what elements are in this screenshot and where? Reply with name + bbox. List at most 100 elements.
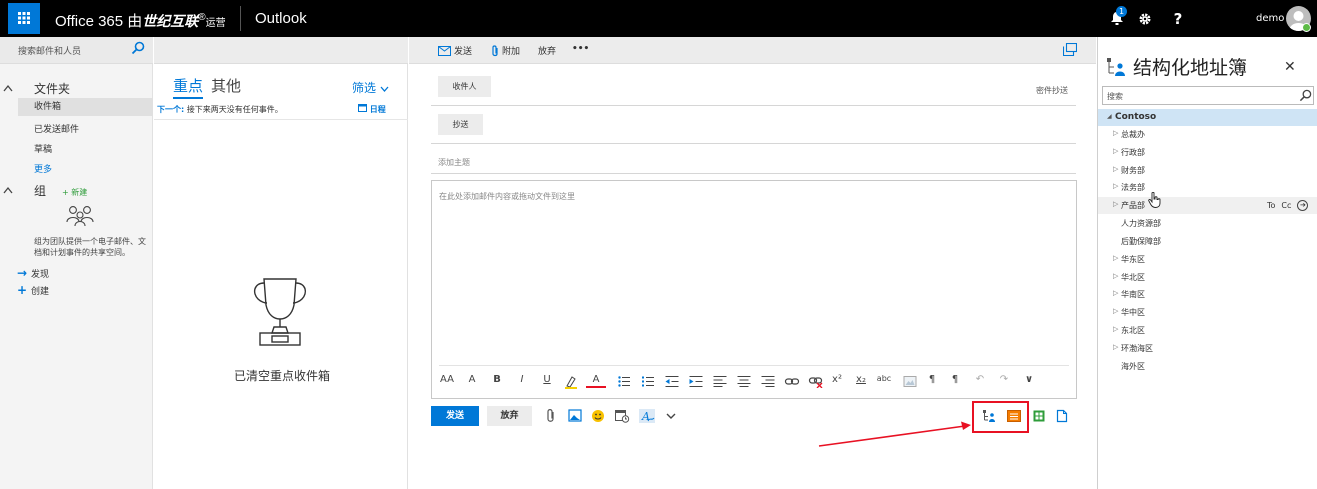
tree-item[interactable]: ▷ 华南区 [1098, 286, 1317, 303]
bold-icon[interactable]: B [487, 374, 507, 385]
new-group-link[interactable]: + 新建 [62, 187, 87, 198]
unlink-icon[interactable] [806, 376, 826, 388]
italic-icon[interactable]: I [512, 374, 532, 385]
align-left-icon[interactable] [710, 376, 730, 387]
address-book-search[interactable]: 搜索 [1102, 86, 1314, 105]
font-color-icon[interactable]: A [586, 374, 606, 388]
expand-icon[interactable]: ▷ [1113, 325, 1118, 333]
app-name[interactable]: Outlook [255, 10, 307, 27]
close-icon[interactable]: ✕ [1284, 59, 1296, 75]
user-name[interactable]: demo [1256, 13, 1284, 24]
expand-icon[interactable]: ▷ [1113, 307, 1118, 315]
increase-indent-icon[interactable] [686, 376, 706, 387]
search-box[interactable]: 搜索邮件和人员 [0, 37, 153, 64]
font-size-icon[interactable]: AA [437, 374, 457, 385]
folder-drafts[interactable]: 草稿 [34, 142, 52, 155]
grow-font-icon[interactable]: A [462, 374, 482, 385]
strikethrough-icon[interactable]: abc [874, 374, 894, 383]
send-command[interactable]: 发送 [438, 44, 472, 57]
link-icon[interactable] [782, 376, 802, 387]
folders-heading[interactable]: 文件夹 [3, 80, 70, 97]
paperclip-icon [492, 44, 498, 56]
message-body-editor[interactable]: 在此处添加邮件内容或拖动文件到这里 AA A B I U A x² x₂ abc… [431, 180, 1077, 399]
align-center-icon[interactable] [734, 376, 754, 387]
folder-sent[interactable]: 已发送邮件 [34, 122, 79, 135]
arrow-right-circle-icon[interactable]: ➔ [1297, 200, 1309, 211]
superscript-icon[interactable]: x² [827, 374, 847, 385]
add-cc-button[interactable]: Cc [1281, 201, 1291, 210]
expand-icon[interactable]: ▷ [1113, 254, 1118, 262]
signature-format-icon[interactable]: A [639, 409, 655, 423]
subscript-icon[interactable]: x₂ [851, 374, 871, 385]
expand-icon[interactable]: ▷ [1113, 200, 1118, 208]
tab-focused[interactable]: 重点 [173, 75, 204, 99]
subject-input[interactable]: 添加主题 [438, 157, 470, 168]
ltr-icon[interactable]: ¶ [922, 374, 942, 385]
create-group-link[interactable]: + 创建 [17, 283, 49, 297]
tree-root-contoso[interactable]: ◢ Contoso [1098, 109, 1317, 126]
attach-command[interactable]: 附加 [491, 44, 520, 57]
tree-item[interactable]: 人力资源部 [1098, 215, 1317, 232]
settings-button[interactable] [1129, 0, 1161, 37]
tree-item[interactable]: ▷ 华中区 [1098, 304, 1317, 321]
spreadsheet-icon[interactable] [1031, 409, 1047, 423]
chevron-down-icon[interactable] [663, 409, 679, 423]
align-right-icon[interactable] [758, 376, 778, 387]
expand-icon[interactable]: ▷ [1113, 289, 1118, 297]
discard-command[interactable]: 放弃 [538, 44, 556, 57]
document-icon[interactable] [1054, 409, 1070, 423]
insert-picture-icon[interactable] [567, 409, 583, 423]
tree-item[interactable]: ▷ 法务部 [1098, 179, 1317, 196]
groups-heading[interactable]: 组 [3, 182, 46, 199]
calendar-clock-icon[interactable] [614, 409, 630, 423]
app-launcher-button[interactable] [8, 3, 40, 34]
discard-button[interactable]: 放弃 [487, 406, 532, 426]
expand-icon[interactable]: ▷ [1113, 165, 1118, 173]
tree-item[interactable]: 后勤保障部 [1098, 233, 1317, 250]
folders-more-link[interactable]: 更多 [34, 162, 52, 175]
expand-icon[interactable]: ▷ [1113, 147, 1118, 155]
bullets-icon[interactable] [614, 376, 634, 387]
more-options-button[interactable]: ••• [572, 44, 589, 54]
agenda-link[interactable]: 日程 [358, 103, 386, 115]
tree-item[interactable]: 海外区 [1098, 358, 1317, 375]
tree-item[interactable]: ▷ 财务部 [1098, 162, 1317, 179]
tree-item[interactable]: ▷ 华北区 [1098, 269, 1317, 286]
tab-other[interactable]: 其他 [211, 75, 241, 96]
tree-item[interactable]: ▷ 产品部 To Cc ➔ [1098, 197, 1317, 214]
highlight-icon[interactable] [561, 376, 581, 389]
undo-icon[interactable]: ↶ [970, 374, 990, 385]
filter-dropdown[interactable]: 筛选 [352, 79, 389, 96]
tree-item[interactable]: ▷ 华东区 [1098, 251, 1317, 268]
tree-item[interactable]: ▷ 环渤海区 [1098, 340, 1317, 357]
redo-icon[interactable]: ↷ [994, 374, 1014, 385]
numbering-icon[interactable] [638, 376, 658, 387]
underline-icon[interactable]: U [537, 374, 557, 385]
discover-link[interactable]: → 发现 [17, 266, 49, 280]
search-icon[interactable] [1299, 89, 1312, 102]
paperclip-icon[interactable] [543, 409, 559, 423]
tree-item[interactable]: ▷ 东北区 [1098, 322, 1317, 339]
search-icon[interactable] [131, 41, 145, 55]
rtl-icon[interactable]: ¶ [945, 374, 965, 385]
tree-item[interactable]: ▷ 行政部 [1098, 144, 1317, 161]
bcc-link[interactable]: 密件抄送 [1036, 85, 1068, 96]
decrease-indent-icon[interactable] [662, 376, 682, 387]
expand-icon[interactable]: ▷ [1113, 182, 1118, 190]
message-list-toolbar [154, 37, 408, 64]
help-button[interactable]: ? [1162, 0, 1194, 37]
expand-icon[interactable]: ▷ [1113, 272, 1118, 280]
popout-icon[interactable] [1063, 43, 1077, 56]
cc-button[interactable]: 抄送 [438, 114, 483, 135]
insert-image-icon[interactable] [900, 376, 920, 387]
tree-item[interactable]: ▷ 总裁办 [1098, 126, 1317, 143]
groups-description: 组为团队提供一个电子邮件、文档和计划事件的共享空间。 [34, 237, 146, 257]
expand-icon[interactable]: ▷ [1113, 343, 1118, 351]
send-button[interactable]: 发送 [431, 406, 479, 426]
folder-inbox[interactable]: 收件箱 [18, 98, 153, 116]
emoji-icon[interactable] [590, 409, 606, 423]
to-button[interactable]: 收件人 [438, 76, 491, 97]
more-formatting-icon[interactable]: ∨ [1019, 374, 1039, 385]
expand-icon[interactable]: ▷ [1113, 129, 1118, 137]
add-to-button[interactable]: To [1267, 201, 1275, 210]
